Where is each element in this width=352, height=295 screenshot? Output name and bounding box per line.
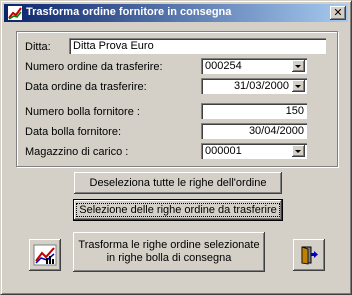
data-bolla-label: Data bolla fornitore: bbox=[25, 126, 121, 138]
data-bolla-field[interactable]: 30/04/2000 bbox=[201, 123, 308, 140]
chevron-down-icon[interactable] bbox=[292, 145, 305, 157]
numero-bolla-value: 150 bbox=[285, 105, 304, 117]
chart-button[interactable] bbox=[29, 239, 61, 271]
title-bar[interactable]: Trasforma ordine fornitore in consegna ✕ bbox=[4, 4, 348, 22]
magazzino-value: 000001 bbox=[205, 145, 242, 157]
dialog-window: Trasforma ordine fornitore in consegna ✕… bbox=[0, 0, 352, 295]
close-button[interactable]: ✕ bbox=[330, 6, 346, 20]
chevron-down-icon[interactable] bbox=[292, 60, 305, 72]
trasforma-label-line2: in righe bolla di consegna bbox=[106, 252, 232, 264]
magazzino-combo[interactable]: 000001 bbox=[201, 143, 308, 160]
chart-icon bbox=[33, 244, 57, 266]
numero-bolla-field[interactable]: 150 bbox=[201, 103, 308, 120]
deseleziona-button[interactable]: Deseleziona tutte le righe dell'ordine bbox=[74, 172, 282, 194]
data-ordine-label: Data ordine da trasferire: bbox=[25, 81, 147, 93]
seleziona-button[interactable]: Selezione delle righe ordine da trasferi… bbox=[73, 199, 283, 221]
trasforma-label-line1: Trasforma le righe ordine selezionate bbox=[78, 239, 260, 251]
magazzino-label: Magazzino di carico : bbox=[25, 146, 129, 158]
numero-ordine-combo[interactable]: 000254 bbox=[201, 58, 308, 75]
numero-ordine-label: Numero ordine da trasferire: bbox=[25, 61, 163, 73]
window-title: Trasforma ordine fornitore in consegna bbox=[26, 6, 232, 18]
data-ordine-value: 31/03/2000 bbox=[233, 80, 289, 92]
numero-bolla-label: Numero bolla fornitore : bbox=[25, 106, 140, 118]
app-icon bbox=[8, 6, 22, 20]
seleziona-label: Selezione delle righe ordine da trasferi… bbox=[76, 203, 280, 217]
ditta-label: Ditta: bbox=[25, 41, 51, 53]
chevron-down-icon[interactable] bbox=[292, 80, 305, 92]
ditta-field[interactable]: Ditta Prova Euro bbox=[69, 38, 327, 55]
deseleziona-label: Deseleziona tutte le righe dell'ordine bbox=[89, 177, 267, 189]
exit-door-icon bbox=[301, 246, 318, 265]
ditta-value: Ditta Prova Euro bbox=[73, 40, 154, 52]
exit-button[interactable] bbox=[293, 239, 325, 271]
trasforma-button[interactable]: Trasforma le righe ordine selezionate in… bbox=[73, 232, 265, 272]
numero-ordine-value: 000254 bbox=[205, 60, 242, 72]
data-bolla-value: 30/04/2000 bbox=[248, 125, 304, 137]
data-ordine-combo[interactable]: 31/03/2000 bbox=[201, 78, 308, 95]
